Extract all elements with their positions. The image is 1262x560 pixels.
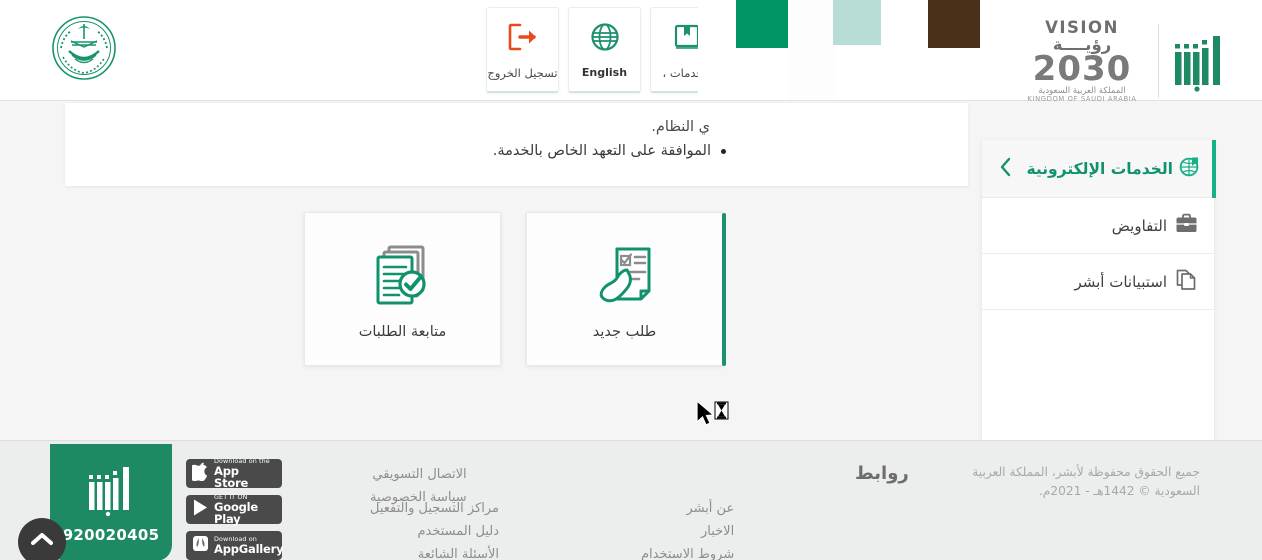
language-button[interactable]: English [568, 7, 641, 93]
sidebar-item-delegations[interactable]: التفاويض [982, 198, 1214, 254]
busy-arrow-cursor [695, 399, 731, 436]
sidebar-item-surveys-label: استبيانات أبشر [1074, 272, 1167, 291]
absher-wordmark-footer [89, 466, 129, 516]
app-store-badge-bottom: App Store [214, 463, 249, 490]
hand-form-icon [587, 238, 663, 316]
page-stage: ي النظام. الموافقة على التعهد الخاص بالخ… [0, 101, 1262, 492]
logout-label: تسجيل الخروج [487, 65, 558, 80]
apple-icon [188, 462, 209, 485]
new-request-card[interactable]: طلب جديد [526, 212, 723, 366]
footer-link-marketing-contact[interactable]: الاتصال التسويقي [370, 463, 466, 486]
service-requirements-panel: ي النظام. الموافقة على التعهد الخاص بالخ… [65, 103, 1033, 192]
footer-link-news[interactable]: الاخبار [641, 520, 734, 543]
documents-check-icon [365, 238, 441, 316]
globe-bookmark-icon [1179, 156, 1201, 182]
sidebar-item-absher-surveys[interactable]: استبيانات أبشر [982, 254, 1214, 310]
footer-link-privacy-policy[interactable]: سياسة الخصوصية [370, 486, 467, 509]
app-root: تسجيل الخروج English ، الخدمات VISION رؤ… [0, 0, 1262, 560]
footer-link-about-absher[interactable]: عن أبشر [641, 497, 734, 520]
logout-button[interactable]: تسجيل الخروج [486, 7, 559, 93]
footer-phone-number: 920020405 [62, 525, 160, 544]
scroll-to-top-button[interactable] [18, 518, 66, 560]
cards-scrollbar[interactable] [722, 213, 726, 366]
google-play-badge-bottom: Google Play [214, 499, 259, 526]
track-requests-label: متابعة الطلبات [358, 324, 447, 340]
vision-kingdom-en: KINGDOM OF SAUDI ARABIA [1027, 94, 1137, 103]
app-gallery-badge[interactable]: Download on AppGallery [186, 531, 284, 560]
service-card-group: متابعة الطلبات طلب جديد [304, 212, 723, 366]
vision-2030-logo: VISION رؤيــــة 2030 المملكة العربية الس… [1018, 19, 1229, 103]
header-button-group: تسجيل الخروج English ، الخدمات [486, 7, 723, 93]
app-store-badge[interactable]: Download on the App Store [186, 458, 282, 490]
play-triangle-icon [192, 498, 209, 521]
footer-link-user-guide[interactable]: دليل المستخدم [370, 520, 500, 543]
briefcase-icon [1175, 213, 1198, 238]
logout-icon [507, 20, 539, 54]
footer-links-column-c: الاتصال التسويقي سياسة الخصوصية [370, 463, 467, 509]
green-block [736, 0, 788, 48]
requirement-bullet-label: الموافقة على التعهد الخاص بالخدمة. [492, 143, 711, 159]
sidebar-header-label: الخدمات الإلكترونية [1026, 159, 1174, 178]
globe-icon [590, 20, 620, 54]
logo-divider [1158, 24, 1159, 99]
vision-year: 2030 [1032, 49, 1132, 89]
track-requests-card[interactable]: متابعة الطلبات [304, 212, 501, 366]
app-store-badges: Download on the App Store GET IT ON Goog… [186, 458, 284, 560]
google-play-badge[interactable]: GET IT ON Google Play [186, 494, 282, 526]
copyright-text: جميع الحقوق محفوظة لأبشر، المملكة العربي… [972, 465, 1200, 498]
book-icon [672, 20, 702, 54]
footer-link-terms[interactable]: شروط الاستخدام [641, 543, 734, 560]
huawei-icon [192, 534, 209, 557]
requirements-text-fragment: ي النظام. [651, 119, 710, 135]
brown-block [928, 0, 980, 48]
site-header: تسجيل الخروج English ، الخدمات VISION رؤ… [0, 0, 1262, 103]
footer-links-heading: روابط [855, 463, 909, 484]
site-footer: 920020405 Download on the App Store GET … [0, 440, 1262, 560]
sidebar-header[interactable]: الخدمات الإلكترونية [982, 140, 1216, 198]
chevron-left-icon[interactable] [998, 156, 1014, 182]
white-block-1 [788, 0, 835, 100]
sidebar-item-delegations-label: التفاويض [1111, 216, 1167, 235]
teal-block [833, 0, 881, 45]
language-label: English [581, 66, 628, 79]
footer-links-column-b: عن أبشر الاخبار شروط الاستخدام [641, 497, 734, 560]
bullet-dot-icon [721, 148, 726, 154]
footer-contact-panel: 920020405 [50, 444, 172, 560]
white-block-2 [881, 0, 928, 100]
footer-link-faq[interactable]: الأسئلة الشائعة [370, 543, 499, 560]
ministry-of-interior-seal [52, 16, 116, 80]
requirement-bullet-item: الموافقة على التعهد الخاص بالخدمة. [493, 143, 726, 159]
footer-links-heading-column: روابط [855, 463, 909, 488]
sidebar-active-accent [1212, 140, 1216, 198]
scroll-to-top-icon [31, 532, 53, 552]
absher-wordmark [1175, 36, 1220, 92]
new-request-label: طلب جديد [592, 324, 657, 340]
documents-copy-icon [1175, 268, 1198, 295]
app-gallery-badge-bottom: AppGallery [214, 541, 284, 556]
paint-band-white [698, 0, 736, 100]
